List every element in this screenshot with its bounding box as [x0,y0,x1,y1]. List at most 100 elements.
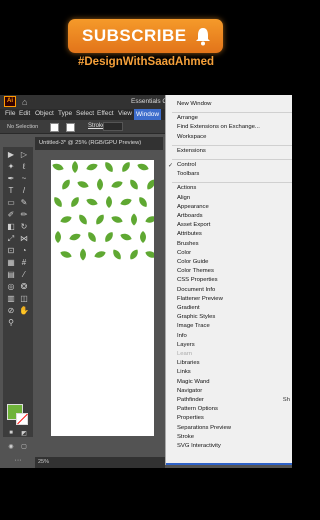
more-tools-icon[interactable]: ··· [12,457,24,464]
menu-item-find-extensions-on-exchange[interactable]: Find Extensions on Exchange... [177,124,260,130]
menu-item-properties[interactable]: Properties [177,415,204,421]
document-tab[interactable]: Untitled-3* @ 25% (RGB/GPU Preview) [35,137,163,150]
menu-item-brushes[interactable]: Brushes [177,241,199,247]
menu-item-navigator[interactable]: Navigator [177,388,202,394]
artboard-tool-icon[interactable]: ◫ [18,294,30,303]
artboard[interactable] [51,160,154,436]
leaf-shape [147,179,154,190]
leaf-shape [130,179,138,190]
menu-separator [172,112,292,114]
color-mode-icon[interactable]: ■ [5,430,17,436]
menu-item-new-window[interactable]: New Window [177,101,211,107]
screen-mode-icon[interactable]: ▢ [18,443,30,450]
workspace-label[interactable]: Essentials C [131,98,167,105]
menu-item-arrange[interactable]: Arrange [177,115,198,121]
shaper-tool-icon[interactable]: ✐ [5,210,17,219]
menu-item-color-themes[interactable]: Color Themes [177,268,214,274]
leaf-shape [60,251,72,258]
menu-item-color[interactable]: Color [177,250,191,256]
menu-object[interactable]: Object [35,110,54,117]
menu-item-graphic-styles[interactable]: Graphic Styles [177,314,215,320]
menu-item-attributes[interactable]: Attributes [177,231,202,237]
leaf-shape [77,181,89,188]
menu-item-links[interactable]: Links [177,369,191,375]
eraser-tool-icon[interactable]: ◧ [5,222,17,231]
lasso-tool-icon[interactable]: ℓ [18,162,30,171]
type-tool-icon[interactable]: T [5,186,17,195]
fill-swatch[interactable] [50,123,59,132]
subscribe-banner: SUBSCRIBE #DesignWithSaadAhmed [0,0,292,95]
menu-item-document-info[interactable]: Document Info [177,287,215,293]
perspective-grid-tool-icon[interactable]: ▦ [5,258,17,267]
blend-tool-icon[interactable]: ◎ [5,282,17,291]
leaf-pattern[interactable] [51,160,154,265]
line-tool-icon[interactable]: / [18,186,30,195]
menu-effect[interactable]: Effect [97,110,114,117]
column-graph-tool-icon[interactable]: ▥ [5,294,17,303]
menu-item-asset-export[interactable]: Asset Export [177,222,210,228]
menu-item-flattener-preview[interactable]: Flattener Preview [177,296,223,302]
menu-item-color-guide[interactable]: Color Guide [177,259,208,265]
symbol-sprayer-tool-icon[interactable]: ❂ [18,282,30,291]
draw-mode-icon[interactable]: ◉ [5,443,17,450]
selection-tool-icon[interactable]: ▶ [5,150,17,159]
gradient-tool-icon[interactable]: ▤ [5,270,17,279]
menu-item-svg-interactivity[interactable]: SVG Interactivity [177,443,221,449]
direct-selection-tool-icon[interactable]: ▷ [18,150,30,159]
paintbrush-tool-icon[interactable]: ✎ [18,198,30,207]
menu-item-appearance[interactable]: Appearance [177,204,209,210]
slice-tool-icon[interactable]: ⊘ [5,306,17,315]
hand-tool-icon[interactable]: ✋ [18,306,30,315]
gradient-mode-icon[interactable]: ◩ [18,430,30,437]
menu-type[interactable]: Type [58,110,72,117]
menu-item-pathfinder[interactable]: Pathfinder [177,397,204,403]
rotate-tool-icon[interactable]: ↻ [18,222,30,231]
hashtag-text: #DesignWithSaadAhmed [77,56,214,68]
menu-edit[interactable]: Edit [19,110,30,117]
eyedropper-tool-icon[interactable]: ⁄ [18,270,30,279]
menu-item-extensions[interactable]: Extensions [177,148,206,154]
stroke-swatch[interactable] [66,123,75,132]
zoom-level[interactable]: 25% [38,459,49,465]
magic-wand-icon[interactable]: ✦ [5,162,17,171]
menu-item-magic-wand[interactable]: Magic Wand [177,379,210,385]
bottom-bar [0,468,292,520]
menu-item-image-trace[interactable]: Image Trace [177,323,210,329]
mesh-tool-icon[interactable]: # [18,258,30,267]
home-icon[interactable]: ⌂ [22,97,27,107]
menu-item-workspace[interactable]: Workspace [177,134,206,140]
menu-item-toolbars[interactable]: Toolbars [177,171,199,177]
pencil-tool-icon[interactable]: ✏ [18,210,30,219]
menu-item-libraries[interactable]: Libraries [177,360,200,366]
menu-item-learn: Learn [177,351,193,357]
scale-tool-icon[interactable]: ⤢ [5,234,17,244]
menu-item-control[interactable]: Control [177,162,196,168]
menu-item-css-properties[interactable]: CSS Properties [177,277,218,283]
menu-item-separations-preview[interactable]: Separations Preview [177,425,231,431]
menu-item-align[interactable]: Align [177,195,190,201]
menu-select[interactable]: Select [76,110,94,117]
menu-item-artboards[interactable]: Artboards [177,213,203,219]
zoom-tool-icon[interactable]: ⚲ [5,318,17,327]
shape-builder-tool-icon[interactable]: ◔ [18,246,30,255]
subscribe-button[interactable]: SUBSCRIBE [68,19,223,53]
canvas-area[interactable] [35,150,165,457]
pen-tool-icon[interactable]: ✒ [5,174,17,183]
menu-item-actions[interactable]: Actions [177,185,196,191]
leaf-shape [105,232,113,242]
stroke-color-box[interactable] [16,413,28,425]
menu-item-gradient[interactable]: Gradient [177,305,200,311]
leaf-shape [80,248,86,261]
menu-item-pattern-options[interactable]: Pattern Options [177,406,218,412]
free-transform-tool-icon[interactable]: ⊡ [5,246,17,255]
menu-item-info[interactable]: Info [177,333,187,339]
rectangle-tool-icon[interactable]: ▭ [5,198,17,207]
stroke-weight-field[interactable] [103,122,123,131]
menu-item-stroke[interactable]: Stroke [177,434,194,440]
menu-window[interactable]: Window [134,109,162,120]
menu-file[interactable]: File [5,110,15,117]
menu-view[interactable]: View [118,110,132,117]
width-tool-icon[interactable]: ⋈ [18,234,30,243]
menu-item-layers[interactable]: Layers [177,342,195,348]
curvature-tool-icon[interactable]: ~ [18,174,30,183]
